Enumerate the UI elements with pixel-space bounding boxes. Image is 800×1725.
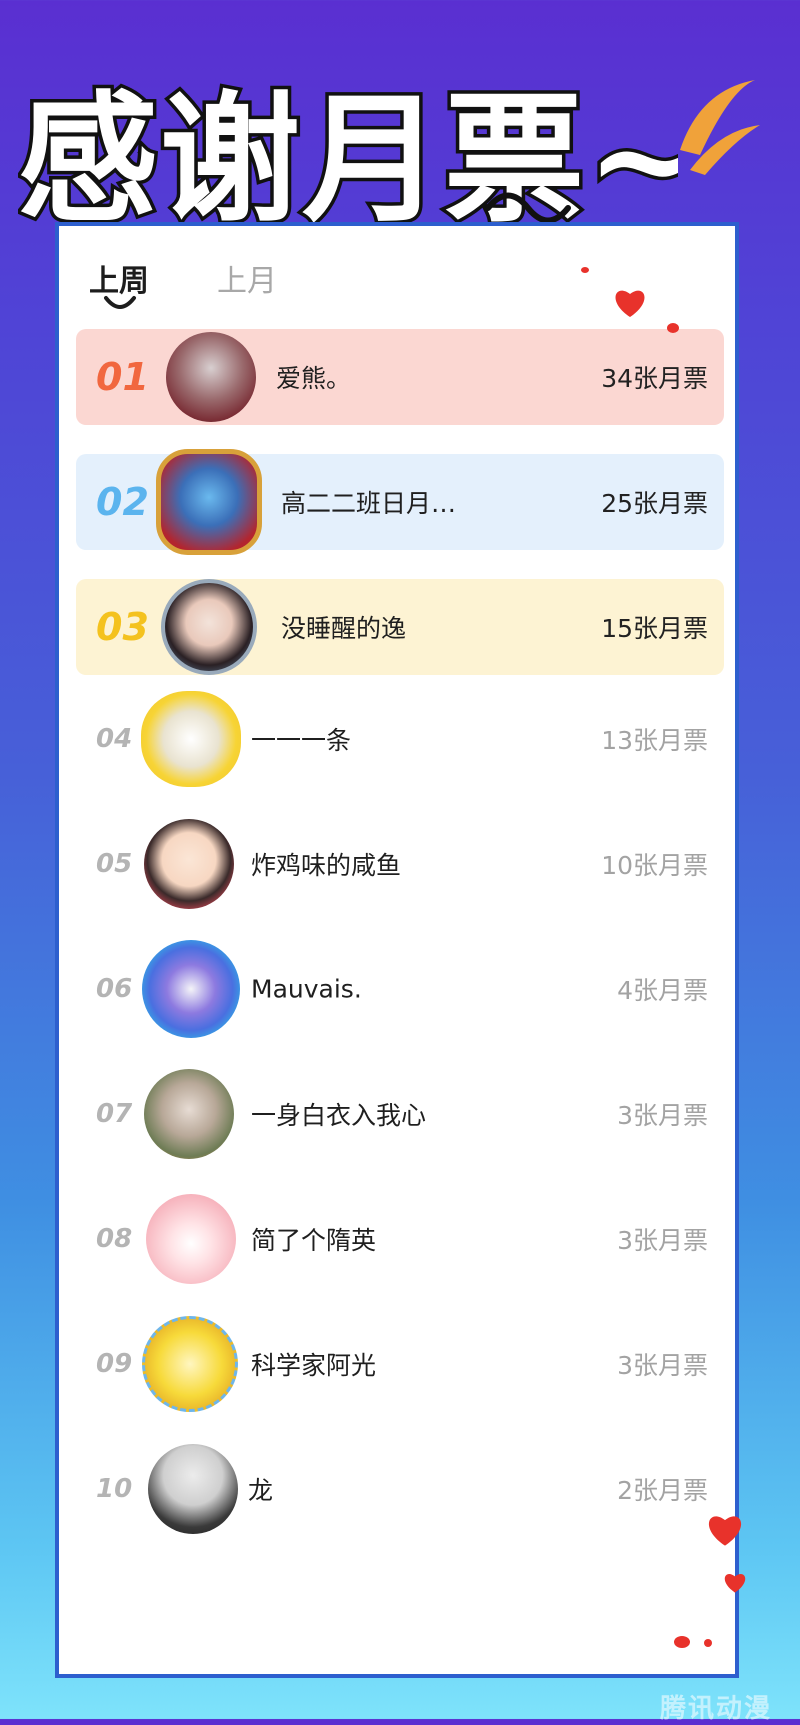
- smile-underline-icon: [104, 296, 136, 309]
- page-title: 感谢月票~: [18, 78, 678, 242]
- avatar-cool-boy[interactable]: [144, 819, 234, 909]
- user-name[interactable]: Mauvais.: [251, 975, 362, 1004]
- user-name[interactable]: 一身白衣入我心: [251, 1096, 426, 1132]
- avatar-girl-flowers[interactable]: [161, 579, 257, 675]
- vote-count: 3张月票: [617, 1226, 708, 1255]
- vote-count: 10张月票: [601, 851, 708, 880]
- avatar-red-hoodie[interactable]: [166, 332, 256, 422]
- user-name[interactable]: 一一一条: [251, 721, 351, 757]
- avatar-game-badge[interactable]: [156, 449, 262, 555]
- rank-number: 07: [96, 1099, 133, 1129]
- avatar-pikachu[interactable]: [142, 1316, 238, 1412]
- vote-count: 34张月票: [601, 364, 708, 393]
- vote-count: 3张月票: [617, 1101, 708, 1130]
- ranking-row-7[interactable]: 07 一身白衣入我心 3张月票: [76, 1066, 724, 1162]
- orange-splash-icon: [680, 80, 760, 175]
- vote-count: 2张月票: [617, 1476, 708, 1505]
- user-name[interactable]: 简了个隋英: [251, 1221, 376, 1257]
- avatar-lemon-cartoon[interactable]: [141, 691, 241, 787]
- vote-count: 15张月票: [601, 614, 708, 643]
- vote-count: 13张月票: [601, 726, 708, 755]
- ranking-row-3[interactable]: 03 没睡醒的逸 15张月票: [76, 579, 724, 675]
- ranking-card: 上周 上月 01 爱熊。 34张月票 02 高二二班日月… 25张月票 03 没…: [55, 222, 739, 1678]
- vote-count: 4张月票: [617, 976, 708, 1005]
- ranking-row-5[interactable]: 05 炸鸡味的咸鱼 10张月票: [76, 816, 724, 912]
- user-name[interactable]: 龙: [248, 1471, 273, 1507]
- title-banner: 感谢月票~: [15, 58, 707, 248]
- red-dot-icon: [581, 267, 589, 273]
- ranking-row-2[interactable]: 02 高二二班日月… 25张月票: [76, 449, 724, 555]
- user-name[interactable]: 没睡醒的逸: [281, 609, 406, 645]
- red-dot-icon: [704, 1639, 712, 1647]
- user-name[interactable]: 高二二班日月…: [281, 484, 456, 520]
- vote-count: 25张月票: [601, 489, 708, 518]
- rank-number: 03: [96, 605, 149, 649]
- rank-number: 10: [96, 1474, 133, 1504]
- title-art: 感谢月票~: [15, 75, 707, 246]
- user-name[interactable]: 科学家阿光: [251, 1346, 376, 1382]
- ranking-row-1[interactable]: 01 爱熊。 34张月票: [76, 329, 724, 425]
- ranking-row-8[interactable]: 08 简了个隋英 3张月票: [76, 1191, 724, 1287]
- ranking-row-10[interactable]: 10 龙 2张月票: [76, 1441, 724, 1537]
- heart-icon: [708, 1516, 742, 1546]
- rank-number: 08: [96, 1224, 133, 1254]
- ranking-row-6[interactable]: 06 Mauvais. 4张月票: [76, 940, 724, 1038]
- rank-number: 04: [96, 724, 133, 754]
- user-name[interactable]: 炸鸡味的咸鱼: [251, 846, 401, 882]
- user-name[interactable]: 爱熊。: [276, 359, 351, 395]
- avatar-pink-pig[interactable]: [146, 1194, 236, 1284]
- ranking-row-4[interactable]: 04 一一一条 13张月票: [76, 691, 724, 787]
- red-dot-icon: [667, 323, 679, 333]
- rank-number: 05: [96, 849, 133, 879]
- watermark-logo: 腾讯动漫: [660, 1694, 773, 1724]
- avatar-anime-flowers[interactable]: [144, 1069, 234, 1159]
- vote-count: 3张月票: [617, 1351, 708, 1380]
- rank-number: 02: [96, 480, 149, 524]
- tab-last-month[interactable]: 上月: [217, 256, 277, 300]
- rank-number: 06: [96, 974, 133, 1004]
- rank-number: 01: [96, 355, 149, 399]
- heart-icon: [615, 290, 645, 317]
- rank-number: 09: [96, 1349, 133, 1379]
- avatar-grey-hair-boy[interactable]: [148, 1444, 238, 1534]
- red-dot-icon: [674, 1636, 690, 1648]
- avatar-neon-headphones[interactable]: [142, 940, 240, 1038]
- heart-icon: [724, 1573, 746, 1593]
- ranking-row-9[interactable]: 09 科学家阿光 3张月票: [76, 1316, 724, 1412]
